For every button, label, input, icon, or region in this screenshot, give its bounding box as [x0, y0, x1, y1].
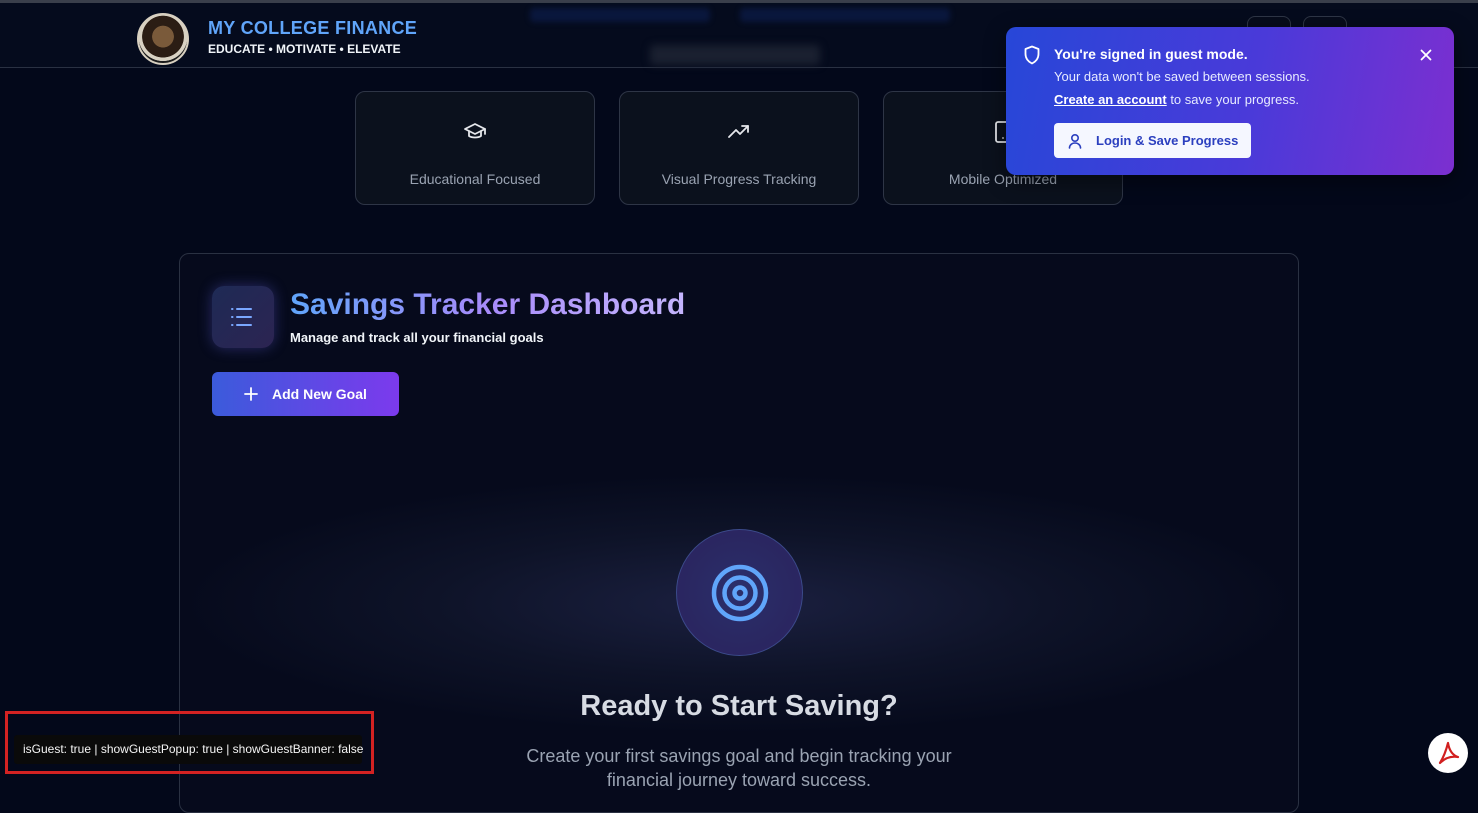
guest-mode-popup: You're signed in guest mode. Your data w…	[1006, 27, 1454, 175]
feature-label: Visual Progress Tracking	[661, 171, 817, 187]
shield-icon	[1024, 45, 1040, 65]
brand-title[interactable]: MY COLLEGE FINANCE	[208, 18, 417, 39]
header-nav-blur	[740, 8, 950, 22]
dashboard-title: Savings Tracker Dashboard	[290, 288, 686, 321]
trending-up-icon	[620, 120, 858, 144]
close-icon[interactable]	[1416, 45, 1436, 65]
plus-icon	[244, 387, 258, 401]
user-icon	[1068, 133, 1082, 149]
guest-popup-message-tail: to save your progress.	[1166, 92, 1299, 107]
brand-tagline: EDUCATE • MOTIVATE • ELEVATE	[208, 42, 401, 56]
pdf-export-button[interactable]	[1428, 733, 1468, 773]
list-icon	[212, 286, 274, 348]
empty-state-text: Create your first savings goal and begin…	[526, 746, 952, 790]
debug-status-bar: isGuest: true | showGuestPopup: true | s…	[14, 735, 363, 764]
login-save-progress-button[interactable]: Login & Save Progress	[1054, 123, 1251, 158]
feature-card-progress: Visual Progress Tracking	[619, 91, 859, 205]
guest-popup-title: You're signed in guest mode.	[1054, 46, 1248, 62]
login-save-progress-label: Login & Save Progress	[1096, 133, 1239, 148]
guest-popup-message-2: Create an account to save your progress.	[1054, 92, 1299, 107]
add-new-goal-button[interactable]: Add New Goal	[212, 372, 399, 416]
guest-popup-message: Your data won't be saved between session…	[1054, 69, 1310, 84]
target-icon	[711, 564, 768, 621]
create-account-link[interactable]: Create an account	[1054, 92, 1167, 107]
feature-label: Educational Focused	[409, 171, 541, 187]
feature-card-educational: Educational Focused	[355, 91, 595, 205]
header-title-blur	[650, 45, 820, 65]
dashboard-subtitle: Manage and track all your financial goal…	[290, 330, 544, 345]
graduation-cap-icon	[356, 120, 594, 144]
header-nav-blur	[530, 8, 710, 22]
college-finance-logo[interactable]	[137, 13, 189, 65]
empty-state-target	[676, 529, 803, 656]
add-new-goal-label: Add New Goal	[272, 386, 367, 402]
pdf-icon	[1438, 741, 1460, 765]
